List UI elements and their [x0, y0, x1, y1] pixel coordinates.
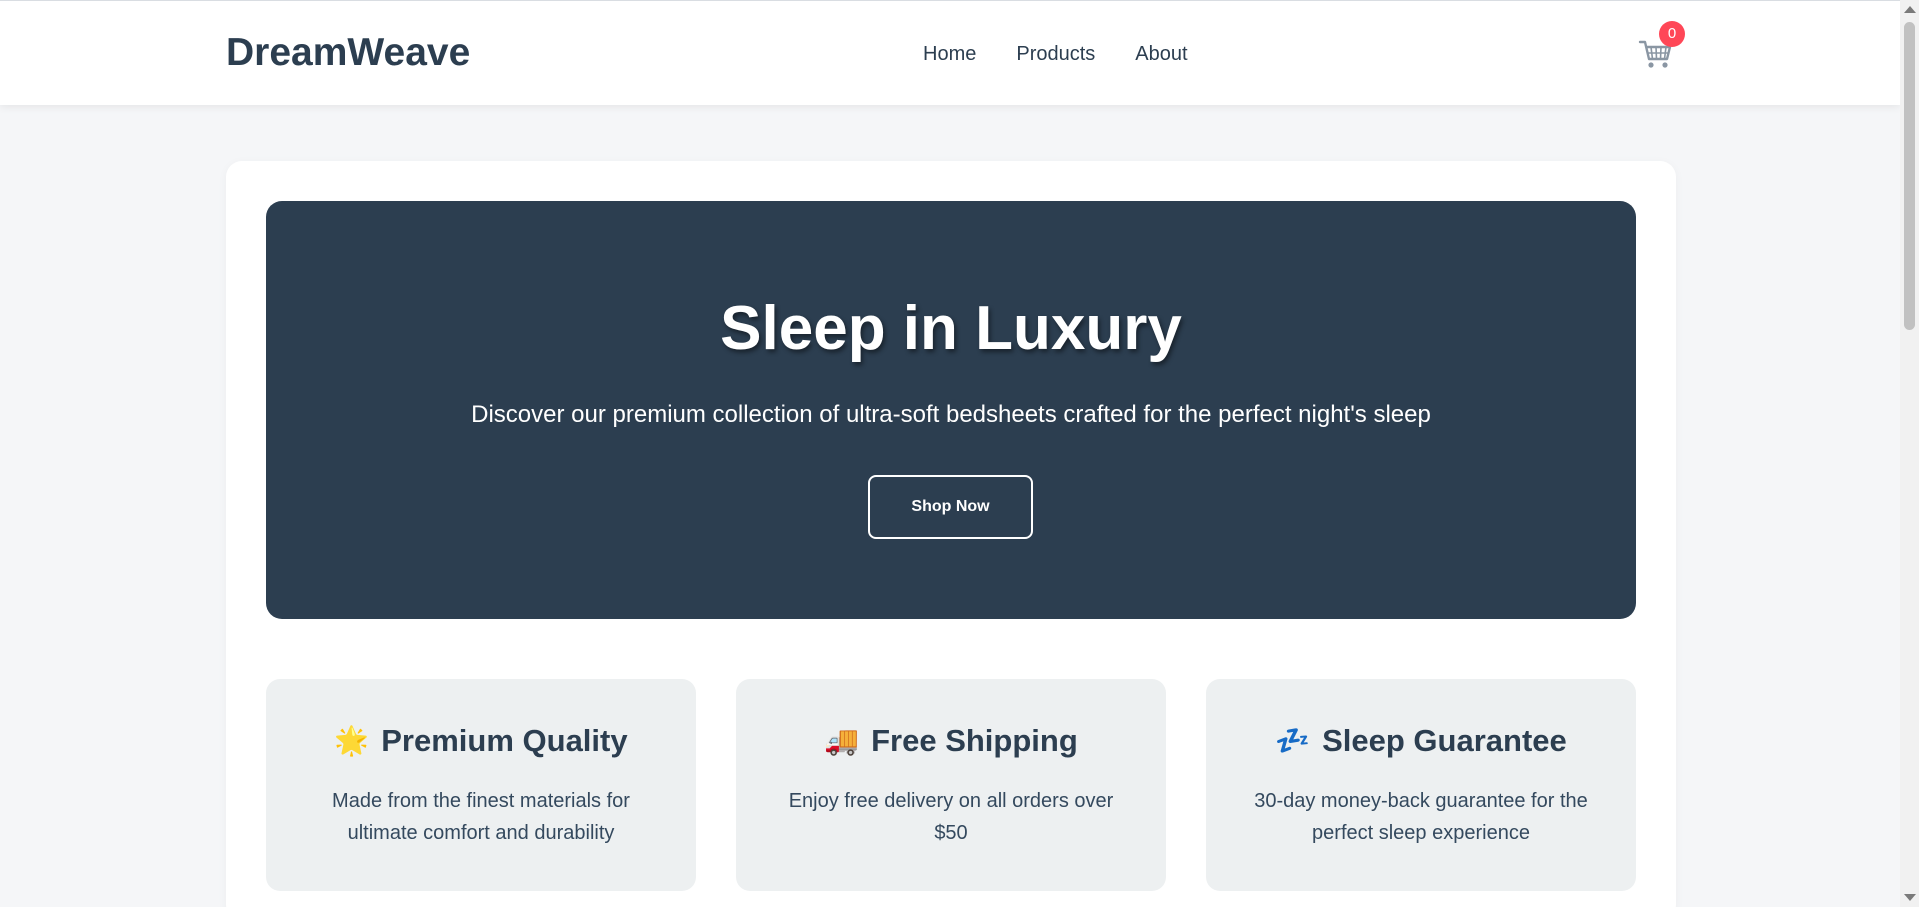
hero-subtitle: Discover our premium collection of ultra…: [471, 401, 1431, 428]
feature-title: Free Shipping: [871, 723, 1078, 758]
cart-button[interactable]: 0: [1638, 21, 1685, 71]
scrollbar-thumb[interactable]: [1904, 22, 1915, 330]
feature-card-guarantee: 💤 Sleep Guarantee 30-day money-back guar…: [1206, 679, 1636, 891]
feature-description: Enjoy free delivery on all orders over $…: [788, 790, 1114, 844]
features-section: 🌟 Premium Quality Made from the finest m…: [266, 679, 1636, 891]
star-icon: 🌟: [334, 725, 370, 756]
zzz-icon: 💤: [1275, 725, 1311, 756]
scroll-up-arrow-icon[interactable]: [1904, 6, 1916, 13]
cart-count-badge: 0: [1659, 21, 1685, 47]
feature-card-quality: 🌟 Premium Quality Made from the finest m…: [266, 679, 696, 891]
vertical-scrollbar[interactable]: [1900, 0, 1919, 907]
nav-about-link[interactable]: About: [1135, 43, 1187, 66]
feature-title: Premium Quality: [381, 723, 628, 758]
main-content-card: Sleep in Luxury Discover our premium col…: [226, 161, 1676, 907]
feature-heading: 🌟 Premium Quality: [266, 723, 696, 759]
scroll-down-arrow-icon[interactable]: [1904, 894, 1916, 901]
feature-card-shipping: 🚚 Free Shipping Enjoy free delivery on a…: [736, 679, 1166, 891]
nav-home-link[interactable]: Home: [923, 43, 976, 66]
feature-description: Made from the finest materials for ultim…: [332, 790, 630, 844]
truck-icon: 🚚: [824, 725, 860, 756]
brand-logo[interactable]: DreamWeave: [226, 31, 470, 75]
site-header: DreamWeave Home Products About 0: [0, 0, 1900, 105]
hero-banner: Sleep in Luxury Discover our premium col…: [266, 201, 1636, 619]
feature-heading: 🚚 Free Shipping: [736, 723, 1166, 759]
hero-title: Sleep in Luxury: [720, 294, 1182, 363]
main-nav: Home Products About: [923, 43, 1188, 66]
shop-now-button[interactable]: Shop Now: [868, 475, 1033, 539]
feature-title: Sleep Guarantee: [1322, 723, 1567, 758]
feature-heading: 💤 Sleep Guarantee: [1206, 723, 1636, 759]
feature-description: 30-day money-back guarantee for the perf…: [1254, 790, 1588, 844]
nav-products-link[interactable]: Products: [1016, 43, 1095, 66]
